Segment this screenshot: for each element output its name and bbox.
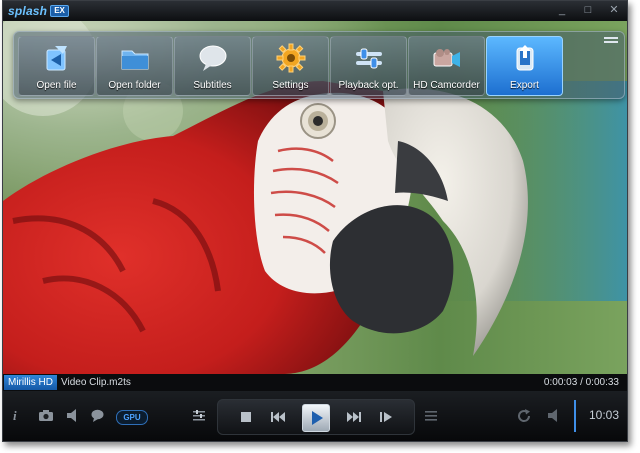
stop-icon[interactable] (238, 409, 254, 425)
folder-icon (121, 50, 149, 70)
menu-label: Export (510, 80, 539, 91)
gpu-badge[interactable]: GPU (116, 410, 148, 425)
playback-options-button[interactable]: Playback opt. (330, 36, 407, 96)
slider-icon (356, 48, 382, 69)
equalizer-icon[interactable] (193, 410, 205, 421)
time-readout: 0:00:03 / 0:00:33 (543, 377, 619, 388)
play-icon (312, 411, 323, 425)
subtitle-bubble-icon[interactable] (91, 409, 104, 422)
open-file-icon (46, 46, 67, 71)
clock: 10:03 (588, 408, 619, 422)
snapshot-camera-icon[interactable] (39, 410, 53, 421)
logo-text: splash (8, 3, 48, 18)
skip-forward-icon[interactable] (346, 409, 362, 425)
menu-label: Playback opt. (338, 80, 399, 91)
maximize-button[interactable]: □ (581, 4, 595, 17)
window-controls: _ □ ✕ (555, 4, 621, 17)
logo-badge: EX (50, 4, 69, 17)
speech-bubble-icon (199, 45, 227, 71)
playlist-icon[interactable] (425, 410, 437, 421)
control-bar: i GPU 10:03 (3, 391, 627, 441)
player-window: splash EX _ □ ✕ Open file Open folder Su… (2, 0, 628, 442)
volume-slider[interactable] (574, 400, 576, 432)
hd-badge: Mirillis HD (4, 375, 57, 390)
gear-icon (276, 43, 306, 73)
transport-controls (217, 399, 415, 435)
menu-label: Subtitles (193, 80, 232, 91)
menu-label: Settings (272, 80, 309, 91)
menu-collapse-icon[interactable] (604, 36, 618, 46)
file-name: Video Clip.m2ts (61, 377, 131, 388)
close-button[interactable]: ✕ (607, 4, 621, 17)
export-icon (516, 45, 534, 71)
volume-icon[interactable] (548, 409, 562, 422)
menu-label: Open file (36, 80, 77, 91)
play-button[interactable] (302, 404, 330, 432)
subtitles-button[interactable]: Subtitles (174, 36, 251, 96)
menu-label: HD Camcorder (413, 80, 480, 91)
open-file-button[interactable]: Open file (18, 36, 95, 96)
title-bar[interactable]: splash EX _ □ ✕ (3, 1, 627, 21)
next-frame-icon[interactable] (378, 409, 394, 425)
main-menu-panel: Open file Open folder Subtitles Settings… (13, 31, 625, 99)
settings-button[interactable]: Settings (252, 36, 329, 96)
skip-back-icon[interactable] (270, 409, 286, 425)
repeat-icon[interactable] (517, 409, 531, 423)
info-bar: Mirillis HD Video Clip.m2ts 0:00:03 / 0:… (3, 374, 627, 391)
speaker-icon[interactable] (67, 409, 79, 422)
app-logo: splash EX (8, 3, 69, 18)
open-folder-button[interactable]: Open folder (96, 36, 173, 96)
minimize-button[interactable]: _ (555, 4, 569, 17)
export-button[interactable]: Export (486, 36, 563, 96)
video-viewport[interactable]: Open file Open folder Subtitles Settings… (3, 21, 627, 374)
info-icon[interactable]: i (13, 408, 17, 424)
hd-camcorder-button[interactable]: HD Camcorder (408, 36, 485, 96)
camcorder-icon (433, 49, 460, 67)
menu-label: Open folder (108, 80, 161, 91)
